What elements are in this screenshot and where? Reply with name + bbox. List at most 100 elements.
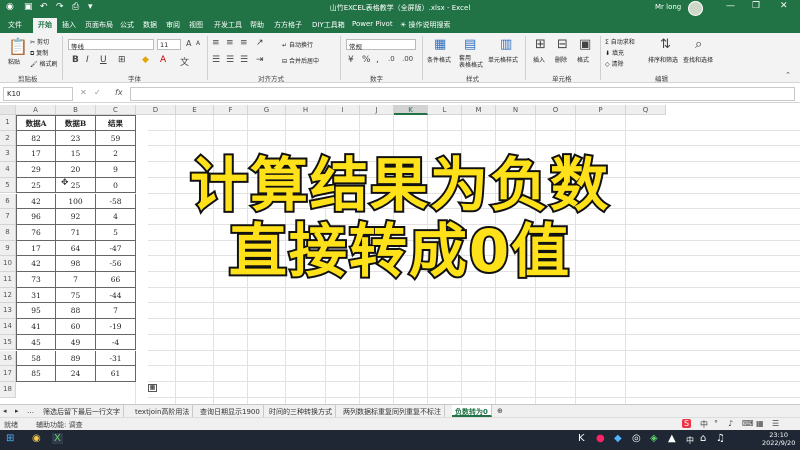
row-header[interactable]: 8 — [0, 224, 16, 241]
table-cell[interactable]: 95 — [16, 303, 56, 320]
column-header[interactable]: O — [536, 105, 576, 115]
table-cell[interactable]: 7 — [96, 303, 136, 320]
column-header[interactable]: M — [462, 105, 496, 115]
row-header[interactable]: 10 — [0, 256, 16, 272]
column-header[interactable]: A — [16, 105, 56, 115]
row-header[interactable]: 5 — [0, 177, 16, 194]
decrease-decimal-icon[interactable]: .00 — [402, 55, 413, 63]
font-shrink-button[interactable]: A — [196, 40, 200, 47]
ime-punct-icon[interactable]: ° — [714, 419, 718, 428]
sheet-nav-more[interactable]: … — [24, 405, 37, 417]
tab-power-pivot[interactable]: Power Pivot — [352, 20, 393, 28]
table-cell[interactable]: 4 — [96, 209, 136, 225]
sheet-tab[interactable]: 时间的三种转换方式 — [266, 405, 336, 417]
table-cell[interactable]: 9 — [96, 162, 136, 178]
cut-button[interactable]: ✂ 剪切 — [30, 37, 49, 46]
table-header-cell[interactable]: 结果 — [96, 115, 136, 131]
insert-function-button[interactable]: fx — [115, 88, 123, 97]
italic-button[interactable]: I — [86, 55, 89, 65]
tab-fangfang[interactable]: 方方格子 — [274, 20, 302, 30]
tab-developer[interactable]: 开发工具 — [214, 20, 242, 30]
table-cell[interactable]: 0 — [96, 177, 136, 194]
column-header[interactable]: D — [136, 105, 176, 115]
ime-menu-icon[interactable]: ▦ — [756, 419, 764, 428]
column-header[interactable]: K — [394, 105, 428, 115]
user-name[interactable]: Mr long — [655, 3, 681, 11]
table-cell[interactable]: 89 — [56, 350, 96, 367]
font-size-select[interactable]: 11 — [157, 39, 181, 50]
phonetic-icon[interactable]: 文 — [180, 55, 189, 68]
tab-insert[interactable]: 插入 — [62, 20, 76, 30]
column-header[interactable]: B — [56, 105, 96, 115]
table-cell[interactable]: 20 — [56, 162, 96, 178]
find-select-button[interactable]: 查找和选择 — [683, 55, 713, 64]
tray-app-icon[interactable]: ◆ — [614, 433, 622, 444]
table-cell[interactable]: 66 — [96, 272, 136, 288]
underline-button[interactable]: U — [100, 55, 107, 65]
table-cell[interactable]: -58 — [96, 193, 136, 210]
format-table-button[interactable]: 套用 表格格式 — [459, 55, 483, 69]
conditional-format-button[interactable]: 条件格式 — [427, 55, 451, 64]
sort-filter-icon[interactable]: ⇅ — [660, 37, 671, 52]
tray-app-icon[interactable]: ◈ — [650, 433, 658, 444]
fill-color-icon[interactable]: ◆ — [142, 55, 149, 65]
column-header[interactable]: F — [214, 105, 248, 115]
tab-page-layout[interactable]: 页面布局 — [85, 20, 113, 30]
tray-app-icon[interactable]: ▲ — [668, 433, 676, 444]
table-cell[interactable]: -56 — [96, 256, 136, 272]
table-cell[interactable]: -47 — [96, 240, 136, 257]
copy-button[interactable]: ⧉ 复制 — [30, 48, 48, 58]
ime-logo-icon[interactable]: S — [682, 419, 692, 428]
row-header[interactable]: 3 — [0, 146, 16, 163]
font-grow-button[interactable]: A — [186, 39, 191, 48]
align-right-icon[interactable]: ☰ — [240, 55, 248, 65]
align-top-icon[interactable]: ≡ — [212, 38, 220, 48]
table-cell[interactable]: 73 — [16, 272, 56, 288]
tab-diy-toolbox[interactable]: DIY工具箱 — [312, 20, 345, 30]
row-header[interactable]: 16 — [0, 350, 16, 367]
table-cell[interactable]: 96 — [16, 209, 56, 225]
percent-icon[interactable]: % — [362, 55, 371, 65]
ime-indicator[interactable]: 中 — [686, 435, 694, 446]
tab-home[interactable]: 开始 — [33, 18, 57, 33]
comma-icon[interactable]: , — [376, 55, 379, 65]
row-header[interactable]: 11 — [0, 272, 16, 288]
row-header[interactable]: 4 — [0, 162, 16, 178]
wrap-text-button[interactable]: ↵ 自动换行 — [282, 40, 313, 49]
tab-review[interactable]: 审阅 — [166, 20, 180, 30]
delete-cells-button[interactable]: 删除 — [555, 55, 567, 64]
increase-decimal-icon[interactable]: .0 — [388, 55, 395, 63]
table-cell[interactable]: 42 — [16, 256, 56, 272]
column-header[interactable]: G — [248, 105, 286, 115]
table-cell[interactable]: 64 — [56, 240, 96, 257]
row-header[interactable]: 14 — [0, 319, 16, 335]
row-header[interactable]: 13 — [0, 303, 16, 320]
table-cell[interactable]: 17 — [16, 146, 56, 163]
sheet-tab[interactable]: 查询日期显示1900 — [197, 405, 264, 417]
excel-taskbar-icon[interactable]: X — [52, 433, 63, 444]
tell-me-search[interactable]: ☀ 操作说明搜索 — [400, 20, 451, 30]
table-cell[interactable]: 7 — [56, 272, 96, 288]
row-header[interactable]: 17 — [0, 366, 16, 382]
merge-center-button[interactable]: ⊟ 合并后居中 — [282, 56, 319, 65]
sheet-nav-next[interactable]: ▸ — [12, 405, 22, 417]
row-header[interactable]: 12 — [0, 287, 16, 304]
sheet-nav-prev[interactable]: ◂ — [0, 405, 10, 417]
table-cell[interactable]: 17 — [16, 240, 56, 257]
name-box[interactable]: K10 — [3, 87, 73, 101]
table-cell[interactable]: 24 — [56, 366, 96, 382]
table-cell[interactable]: 23 — [56, 130, 96, 147]
tab-help[interactable]: 帮助 — [250, 20, 264, 30]
align-left-icon[interactable]: ☰ — [212, 55, 220, 65]
fill-button[interactable]: ⬇ 填充 — [605, 48, 624, 57]
table-cell[interactable]: -4 — [96, 334, 136, 351]
column-header[interactable]: E — [176, 105, 214, 115]
paste-button[interactable]: 粘贴 — [8, 57, 20, 66]
mic-icon[interactable]: ♪ — [728, 419, 733, 428]
paste-icon[interactable]: 📋 — [8, 37, 28, 56]
delete-cells-icon[interactable]: ⊟ — [557, 37, 568, 52]
table-cell[interactable]: 82 — [16, 130, 56, 147]
clear-button[interactable]: ◇ 清除 — [605, 59, 624, 68]
table-cell[interactable]: 49 — [56, 334, 96, 351]
table-cell[interactable]: 31 — [16, 287, 56, 304]
